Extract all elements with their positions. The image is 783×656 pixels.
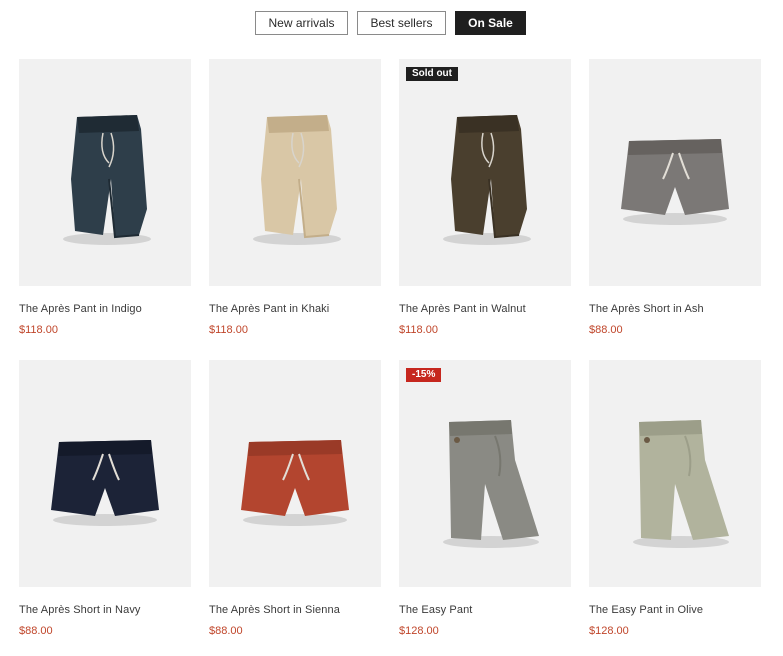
product-price: $118.00 (399, 324, 438, 336)
product-card[interactable]: The Après Short in Sienna $88.00 (209, 360, 381, 637)
sold-out-badge: Sold out (406, 67, 458, 81)
product-title[interactable]: The Après Short in Sienna (209, 604, 381, 616)
product-card[interactable]: -15% The Easy Pant $128.00 (399, 360, 571, 637)
product-image[interactable]: -15% (399, 360, 571, 587)
product-card[interactable]: The Easy Pant in Olive $128.00 (589, 360, 761, 637)
product-image[interactable] (209, 59, 381, 286)
pants-image (253, 115, 341, 245)
product-card[interactable]: The Après Short in Ash $88.00 (589, 59, 761, 336)
product-price: $118.00 (19, 324, 58, 336)
product-title[interactable]: The Après Short in Ash (589, 303, 761, 315)
pants-image (63, 115, 151, 245)
product-title[interactable]: The Après Pant in Indigo (19, 303, 191, 315)
tab-on-sale[interactable]: On Sale (455, 11, 526, 35)
product-image[interactable] (19, 360, 191, 587)
product-image[interactable] (589, 59, 761, 286)
product-title[interactable]: The Après Pant in Walnut (399, 303, 571, 315)
product-image[interactable] (209, 360, 381, 587)
product-price: $118.00 (209, 324, 248, 336)
product-price: $128.00 (399, 625, 439, 637)
product-image[interactable] (589, 360, 761, 587)
product-title[interactable]: The Après Pant in Khaki (209, 303, 381, 315)
pants-image (633, 420, 729, 548)
product-card[interactable]: The Après Pant in Khaki $118.00 (209, 59, 381, 336)
product-price: $128.00 (589, 625, 629, 637)
discount-badge: -15% (406, 368, 442, 382)
product-card[interactable]: The Après Short in Navy $88.00 (19, 360, 191, 637)
shorts-image (51, 440, 159, 526)
pants-image (443, 115, 531, 245)
product-image[interactable]: Sold out (399, 59, 571, 286)
tab-best-sellers[interactable]: Best sellers (357, 11, 446, 35)
shorts-image (241, 440, 349, 526)
product-card[interactable]: Sold out The Après Pant in Walnut $118.0… (399, 59, 571, 336)
product-image[interactable] (19, 59, 191, 286)
product-title[interactable]: The Après Short in Navy (19, 604, 191, 616)
product-title[interactable]: The Easy Pant (399, 604, 571, 616)
product-card[interactable]: The Après Pant in Indigo $118.00 (19, 59, 191, 336)
pants-image (443, 420, 539, 548)
collection-tabs: New arrivals Best sellers On Sale (255, 11, 526, 35)
product-price: $88.00 (589, 324, 623, 336)
product-price: $88.00 (19, 625, 53, 637)
shorts-image (621, 139, 729, 225)
tab-new-arrivals[interactable]: New arrivals (255, 11, 348, 35)
product-price: $88.00 (209, 625, 243, 637)
product-title[interactable]: The Easy Pant in Olive (589, 604, 761, 616)
